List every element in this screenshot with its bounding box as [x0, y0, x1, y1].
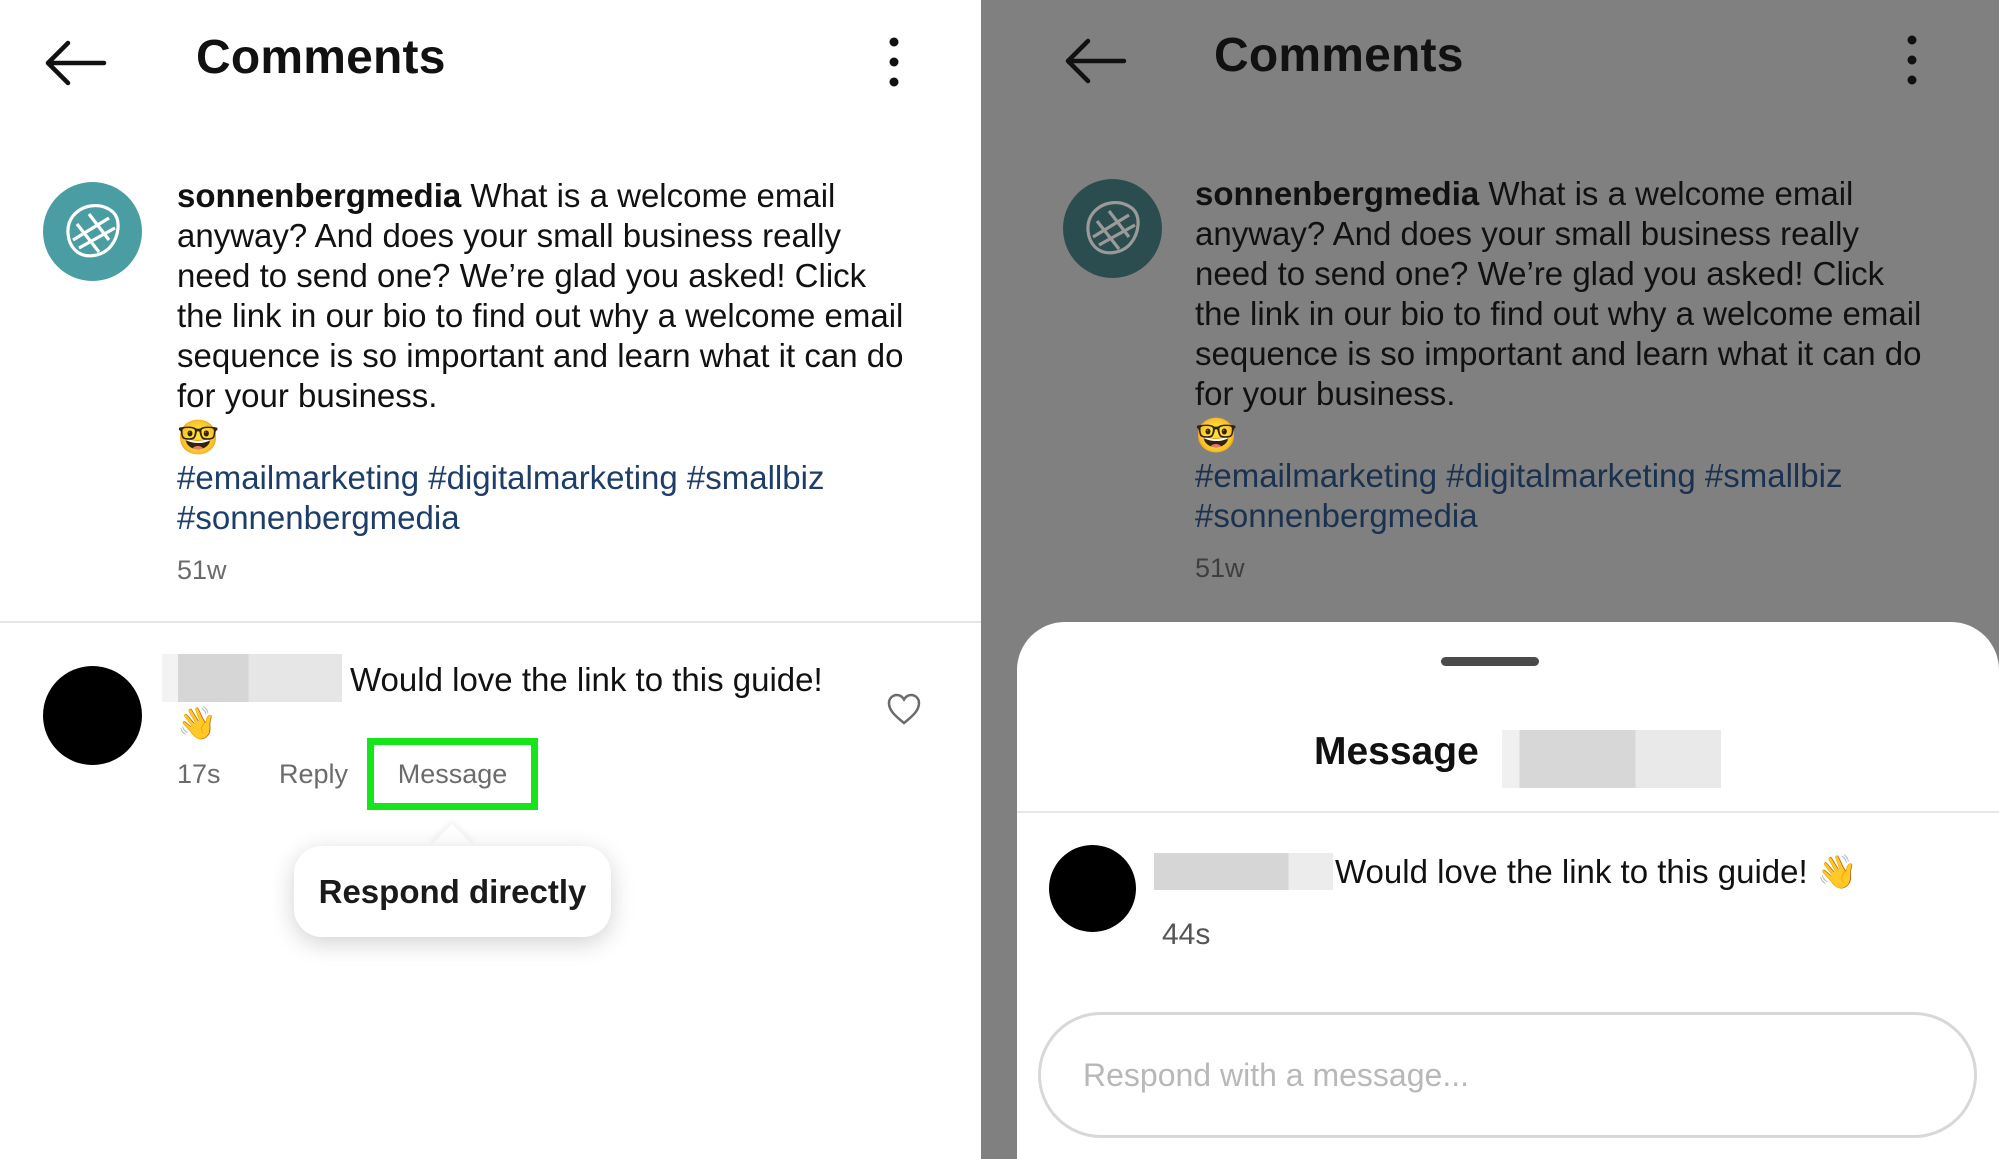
redacted-username: [162, 654, 342, 702]
page-title: Comments: [196, 31, 446, 84]
post-hashtags[interactable]: #emailmarketing #digitalmarketing #small…: [1195, 457, 1842, 534]
redacted-username: [1502, 730, 1721, 788]
commenter-avatar[interactable]: [43, 666, 142, 765]
nerd-face-emoji: 🤓: [177, 419, 220, 457]
heart-icon[interactable]: [886, 692, 922, 726]
top-bar: Comments: [981, 0, 1999, 125]
message-button[interactable]: Message: [367, 738, 538, 810]
divider: [1017, 811, 1999, 813]
post-timestamp: 51w: [177, 555, 227, 585]
comment-item: Would love the link to this guide! 👋 17s…: [0, 650, 981, 820]
more-options-icon[interactable]: [1902, 34, 1922, 86]
post-timestamp: 51w: [1195, 553, 1245, 583]
drag-handle[interactable]: [1441, 657, 1539, 666]
post-text: sonnenbergmedia What is a welcome email …: [1195, 174, 1925, 588]
reply-button[interactable]: Reply: [279, 759, 348, 790]
comment-timestamp: 44s: [1162, 918, 1211, 951]
post-text: sonnenbergmedia What is a welcome email …: [177, 176, 907, 590]
respond-directly-tooltip: Respond directly: [294, 846, 611, 937]
waving-hand-emoji: 👋: [177, 705, 217, 741]
message-input[interactable]: [1038, 1012, 1977, 1138]
divider: [0, 621, 981, 623]
more-options-icon[interactable]: [884, 36, 904, 88]
brand-logo-icon: [1086, 201, 1140, 255]
comments-screen-left: Comments sonnenbergmedia What is a welco…: [0, 0, 981, 1159]
comment-timestamp: 17s: [177, 759, 221, 789]
brand-logo-icon: [66, 204, 120, 258]
top-bar: Comments: [0, 0, 981, 125]
commenter-avatar: [1049, 845, 1136, 932]
back-arrow-icon[interactable]: [42, 38, 108, 88]
post-username[interactable]: sonnenbergmedia: [177, 177, 461, 214]
post-username[interactable]: sonnenbergmedia: [1195, 175, 1479, 212]
comments-screen-right: Comments sonnenbergmedia What is a welco…: [981, 0, 1999, 1159]
message-bottom-sheet: Message Would love the link to this guid…: [1017, 622, 1999, 1159]
redacted-username: [1154, 853, 1333, 890]
page-title: Comments: [1214, 29, 1464, 82]
brand-avatar[interactable]: [1063, 179, 1162, 278]
back-arrow-icon[interactable]: [1062, 36, 1128, 86]
brand-avatar[interactable]: [43, 182, 142, 281]
comment-text: Would love the link to this guide!: [350, 661, 823, 698]
quoted-comment-text: Would love the link to this guide! 👋: [1335, 853, 1858, 890]
nerd-face-emoji: 🤓: [1195, 417, 1238, 455]
sheet-title: Message: [1314, 730, 1479, 773]
post-hashtags[interactable]: #emailmarketing #digitalmarketing #small…: [177, 459, 824, 536]
